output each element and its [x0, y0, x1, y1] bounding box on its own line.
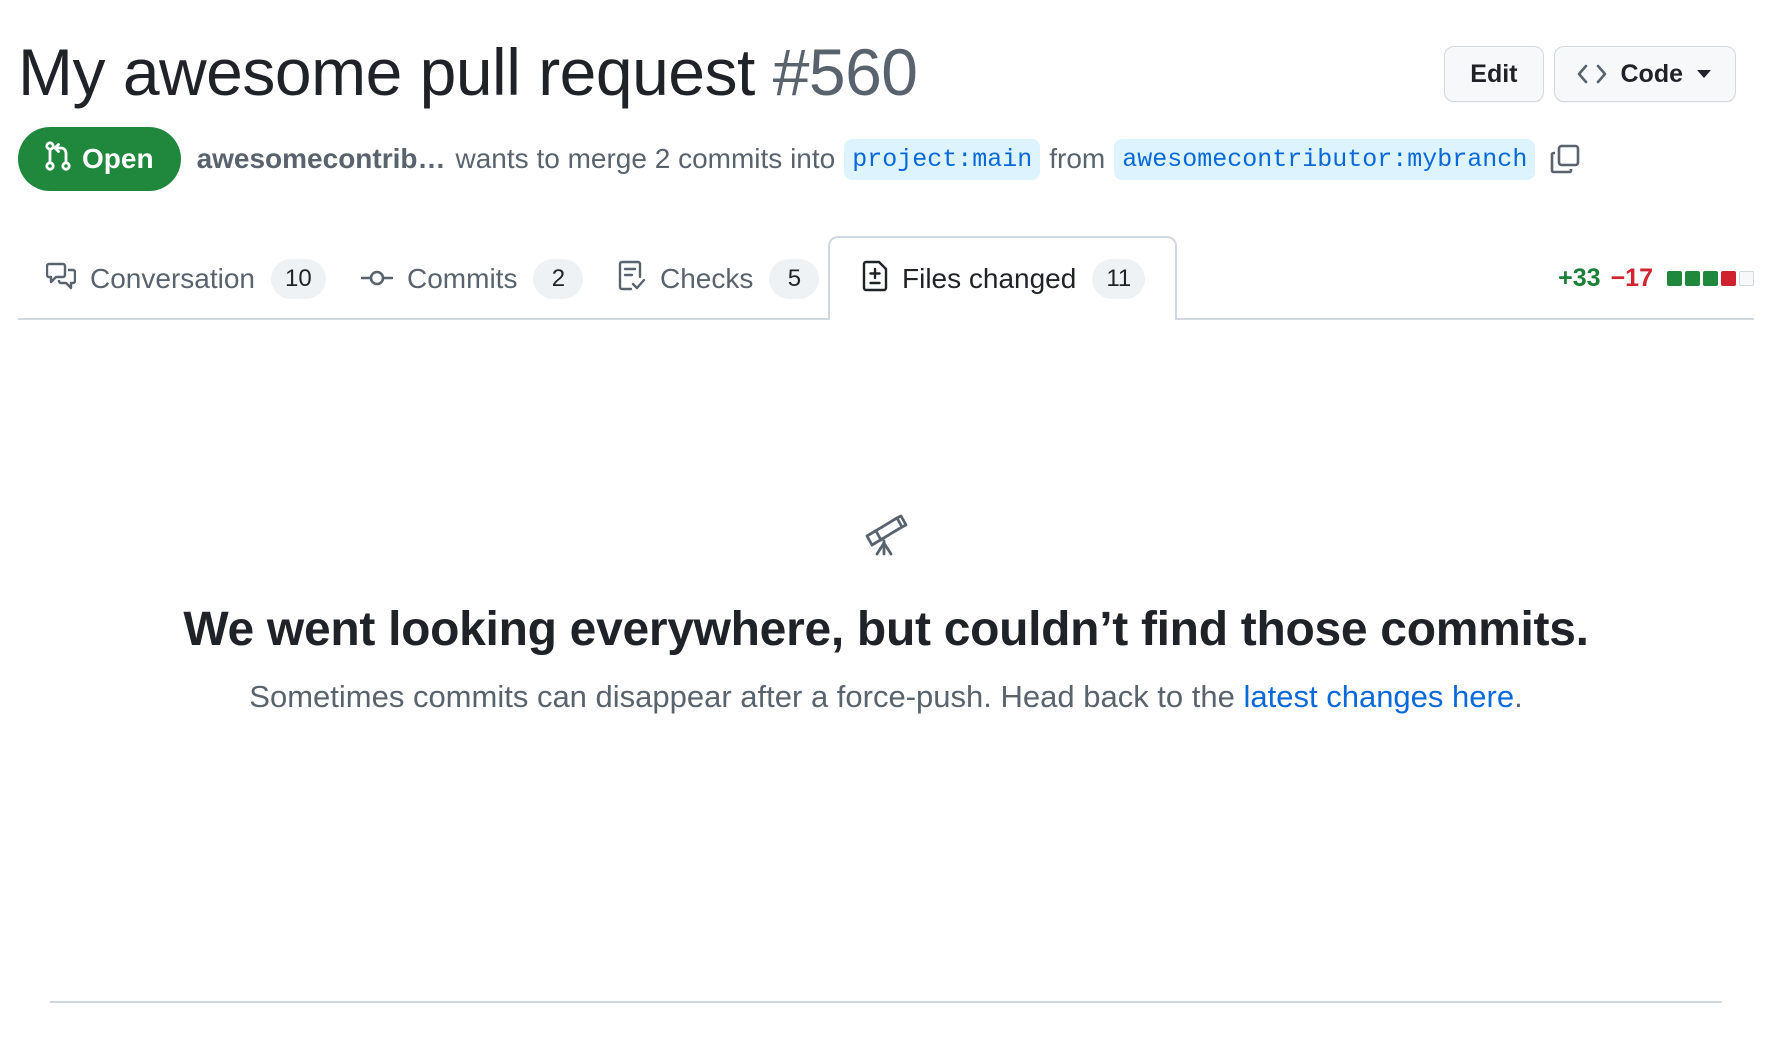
status-label: Open [82, 143, 154, 174]
latest-changes-link[interactable]: latest changes here [1244, 679, 1515, 714]
comment-discussion-icon [45, 262, 77, 297]
tab-commits[interactable]: Commits 2 [360, 238, 584, 320]
page-title: My awesome pull request #560 [18, 30, 918, 114]
tab-commits-label: Commits [407, 263, 518, 294]
pr-tabs: Conversation 10 Commits 2 Checks 5 Files… [18, 236, 1754, 322]
triangle-down-icon [1697, 70, 1711, 78]
base-branch[interactable]: project:main [844, 138, 1041, 180]
empty-state-text: Sometimes commits can disappear after a … [249, 679, 1235, 714]
author-link[interactable]: awesomecontrib… [197, 143, 446, 175]
file-diff-icon [862, 260, 888, 299]
from-text: from [1049, 143, 1106, 174]
head-branch[interactable]: awesomecontributor:mybranch [1114, 138, 1536, 180]
tab-checks-label: Checks [660, 263, 754, 294]
empty-state-message: Sometimes commits can disappear after a … [0, 679, 1772, 715]
code-icon [1577, 63, 1607, 85]
diffstat-block [1739, 271, 1754, 286]
empty-state: We went looking everywhere, but couldn’t… [0, 510, 1772, 715]
telescope-icon [0, 510, 1772, 558]
tab-conversation-count: 10 [270, 259, 326, 299]
diffstat-block [1703, 271, 1718, 286]
diffstat-additions: +33 [1558, 264, 1601, 292]
diffstat-block [1667, 271, 1682, 286]
copy-icon[interactable] [1550, 144, 1580, 174]
merge-text: wants to merge 2 commits into [455, 143, 836, 174]
diffstat: +33 −17 [1558, 264, 1754, 293]
pr-title: My awesome pull request [18, 35, 755, 109]
tab-files-changed[interactable]: Files changed 11 [828, 236, 1178, 322]
empty-state-heading: We went looking everywhere, but couldn’t… [183, 603, 1589, 656]
checklist-icon [618, 260, 646, 299]
pr-meta: Open awesomecontrib… wants to merge 2 co… [18, 126, 1580, 192]
diffstat-block [1721, 271, 1736, 286]
tab-conversation-label: Conversation [90, 263, 255, 294]
status-badge: Open [18, 127, 181, 191]
diffstat-bars [1667, 271, 1754, 286]
tab-files-changed-label: Files changed [902, 263, 1077, 294]
pr-number: #560 [772, 35, 918, 109]
pull-request-page: My awesome pull request #560 Edit Code O… [0, 0, 1772, 1056]
tab-checks[interactable]: Checks 5 [618, 238, 820, 320]
divider [50, 1001, 1722, 1003]
tab-files-changed-count: 11 [1092, 259, 1146, 299]
diffstat-block [1685, 271, 1700, 286]
code-button[interactable]: Code [1553, 46, 1736, 102]
git-pull-request-icon [44, 140, 72, 178]
empty-state-period: . [1514, 679, 1523, 714]
tab-commits-count: 2 [533, 259, 584, 299]
tab-conversation[interactable]: Conversation 10 [45, 238, 326, 320]
diffstat-deletions: −17 [1610, 264, 1653, 292]
tab-checks-count: 5 [769, 259, 820, 299]
header-actions: Edit Code [1444, 46, 1736, 102]
code-button-label: Code [1620, 59, 1684, 88]
git-commit-icon [360, 263, 394, 295]
edit-button[interactable]: Edit [1444, 46, 1544, 102]
